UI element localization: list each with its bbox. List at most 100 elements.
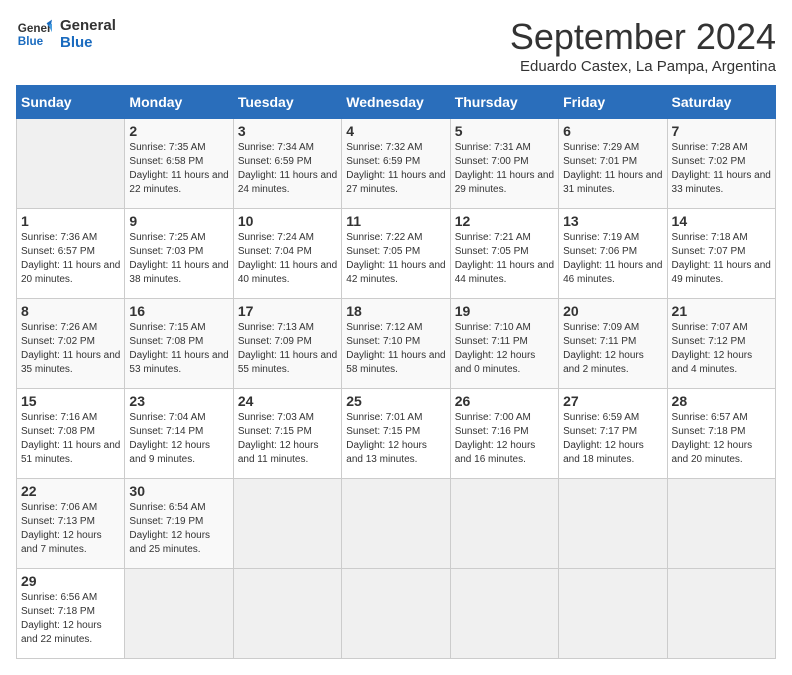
calendar-cell	[667, 569, 775, 659]
calendar-cell	[559, 569, 667, 659]
day-info: Sunrise: 7:36 AMSunset: 6:57 PMDaylight:…	[21, 231, 120, 287]
calendar-table: Sunday Monday Tuesday Wednesday Thursday…	[16, 85, 776, 659]
day-number: 19	[455, 303, 554, 319]
day-info: Sunrise: 6:54 AMSunset: 7:19 PMDaylight:…	[129, 501, 228, 557]
day-info: Sunrise: 7:03 AMSunset: 7:15 PMDaylight:…	[238, 411, 337, 467]
day-info: Sunrise: 7:28 AMSunset: 7:02 PMDaylight:…	[672, 141, 771, 197]
calendar-cell	[342, 569, 450, 659]
day-number: 29	[21, 573, 120, 589]
title-section: September 2024 Eduardo Castex, La Pampa,…	[510, 16, 776, 75]
calendar-cell: 6Sunrise: 7:29 AMSunset: 7:01 PMDaylight…	[559, 119, 667, 209]
calendar-cell: 21Sunrise: 7:07 AMSunset: 7:12 PMDayligh…	[667, 299, 775, 389]
day-number: 15	[21, 393, 120, 409]
day-info: Sunrise: 7:35 AMSunset: 6:58 PMDaylight:…	[129, 141, 228, 197]
calendar-cell	[667, 479, 775, 569]
calendar-cell: 7 Sunrise: 7:28 AMSunset: 7:02 PMDaylight…	[667, 119, 775, 209]
calendar-cell: 4Sunrise: 7:32 AMSunset: 6:59 PMDaylight…	[342, 119, 450, 209]
calendar-cell	[559, 479, 667, 569]
calendar-cell: 19 Sunrise: 7:10 AMSunset: 7:11 PMDayligh…	[450, 299, 558, 389]
day-info: Sunrise: 7:00 AMSunset: 7:16 PMDaylight:…	[455, 411, 554, 467]
logo: General Blue General Blue	[16, 16, 116, 52]
calendar-cell: 12 Sunrise: 7:21 AMSunset: 7:05 PMDayligh…	[450, 209, 558, 299]
day-number: 9	[129, 213, 228, 229]
day-number: 13	[563, 213, 662, 229]
day-info: Sunrise: 7:06 AMSunset: 7:13 PMDaylight:…	[21, 501, 120, 557]
day-number: 20	[563, 303, 662, 319]
calendar-cell: 10Sunrise: 7:24 AMSunset: 7:04 PMDayligh…	[233, 209, 341, 299]
header-monday: Monday	[125, 86, 233, 119]
day-number: 24	[238, 393, 337, 409]
day-number: 21	[672, 303, 771, 319]
day-info: Sunrise: 7:21 AMSunset: 7:05 PMDaylight:…	[455, 231, 554, 287]
day-info: Sunrise: 7:12 AMSunset: 7:10 PMDaylight:…	[346, 321, 445, 377]
calendar-cell: 11Sunrise: 7:22 AMSunset: 7:05 PMDayligh…	[342, 209, 450, 299]
calendar-cell: 5Sunrise: 7:31 AMSunset: 7:00 PMDaylight…	[450, 119, 558, 209]
calendar-cell: 17Sunrise: 7:13 AMSunset: 7:09 PMDayligh…	[233, 299, 341, 389]
day-info: Sunrise: 7:25 AMSunset: 7:03 PMDaylight:…	[129, 231, 228, 287]
day-info: Sunrise: 6:57 AMSunset: 7:18 PMDaylight:…	[672, 411, 771, 467]
day-number: 23	[129, 393, 228, 409]
day-number: 6	[563, 123, 662, 139]
day-info: Sunrise: 7:16 AMSunset: 7:08 PMDaylight:…	[21, 411, 120, 467]
day-number: 3	[238, 123, 337, 139]
calendar-cell: 23 Sunrise: 7:04 AMSunset: 7:14 PMDayligh…	[125, 389, 233, 479]
calendar-row: 15 Sunrise: 7:16 AMSunset: 7:08 PMDayligh…	[17, 389, 776, 479]
header-thursday: Thursday	[450, 86, 558, 119]
day-number: 16	[129, 303, 228, 319]
calendar-cell: 18 Sunrise: 7:12 AMSunset: 7:10 PMDayligh…	[342, 299, 450, 389]
day-number: 26	[455, 393, 554, 409]
day-number: 12	[455, 213, 554, 229]
calendar-cell: 25 Sunrise: 7:01 AMSunset: 7:15 PMDayligh…	[342, 389, 450, 479]
day-info: Sunrise: 6:56 AMSunset: 7:18 PMDaylight:…	[21, 591, 120, 647]
day-number: 10	[238, 213, 337, 229]
header-tuesday: Tuesday	[233, 86, 341, 119]
day-info: Sunrise: 7:04 AMSunset: 7:14 PMDaylight:…	[129, 411, 228, 467]
calendar-cell: 13 Sunrise: 7:19 AMSunset: 7:06 PMDayligh…	[559, 209, 667, 299]
day-number: 4	[346, 123, 445, 139]
calendar-cell: 26 Sunrise: 7:00 AMSunset: 7:16 PMDayligh…	[450, 389, 558, 479]
day-info: Sunrise: 7:31 AMSunset: 7:00 PMDaylight:…	[455, 141, 554, 197]
subtitle: Eduardo Castex, La Pampa, Argentina	[510, 58, 776, 75]
calendar-row: 2 Sunrise: 7:35 AMSunset: 6:58 PMDaylight…	[17, 119, 776, 209]
logo-general: General	[60, 17, 116, 34]
day-number: 25	[346, 393, 445, 409]
calendar-cell: 16 Sunrise: 7:15 AMSunset: 7:08 PMDayligh…	[125, 299, 233, 389]
day-number: 7	[672, 123, 771, 139]
day-number: 22	[21, 483, 120, 499]
day-info: Sunrise: 7:01 AMSunset: 7:15 PMDaylight:…	[346, 411, 445, 467]
day-info: Sunrise: 7:09 AMSunset: 7:11 PMDaylight:…	[563, 321, 662, 377]
day-info: Sunrise: 7:15 AMSunset: 7:08 PMDaylight:…	[129, 321, 228, 377]
day-number: 28	[672, 393, 771, 409]
day-info: Sunrise: 7:34 AMSunset: 6:59 PMDaylight:…	[238, 141, 337, 197]
calendar-cell: 29 Sunrise: 6:56 AMSunset: 7:18 PMDayligh…	[17, 569, 125, 659]
calendar-cell: 8Sunrise: 7:26 AMSunset: 7:02 PMDaylight…	[17, 299, 125, 389]
header-saturday: Saturday	[667, 86, 775, 119]
day-number: 18	[346, 303, 445, 319]
calendar-cell: 15 Sunrise: 7:16 AMSunset: 7:08 PMDayligh…	[17, 389, 125, 479]
day-number: 11	[346, 213, 445, 229]
day-number: 2	[129, 123, 228, 139]
day-number: 8	[21, 303, 120, 319]
calendar-cell	[342, 479, 450, 569]
calendar-row: 8Sunrise: 7:26 AMSunset: 7:02 PMDaylight…	[17, 299, 776, 389]
calendar-cell: 1Sunrise: 7:36 AMSunset: 6:57 PMDaylight…	[17, 209, 125, 299]
calendar-cell: 9 Sunrise: 7:25 AMSunset: 7:03 PMDaylight…	[125, 209, 233, 299]
header-sunday: Sunday	[17, 86, 125, 119]
day-info: Sunrise: 7:10 AMSunset: 7:11 PMDaylight:…	[455, 321, 554, 377]
day-number: 27	[563, 393, 662, 409]
day-info: Sunrise: 7:13 AMSunset: 7:09 PMDaylight:…	[238, 321, 337, 377]
svg-text:General: General	[18, 22, 52, 35]
calendar-cell	[450, 569, 558, 659]
calendar-cell: 20 Sunrise: 7:09 AMSunset: 7:11 PMDayligh…	[559, 299, 667, 389]
day-number: 30	[129, 483, 228, 499]
header-friday: Friday	[559, 86, 667, 119]
main-title: September 2024	[510, 16, 776, 58]
logo-icon: General Blue	[16, 16, 52, 52]
header-wednesday: Wednesday	[342, 86, 450, 119]
day-info: Sunrise: 7:19 AMSunset: 7:06 PMDaylight:…	[563, 231, 662, 287]
calendar-cell: 14Sunrise: 7:18 AMSunset: 7:07 PMDayligh…	[667, 209, 775, 299]
calendar-cell: 28 Sunrise: 6:57 AMSunset: 7:18 PMDayligh…	[667, 389, 775, 479]
calendar-row: 1Sunrise: 7:36 AMSunset: 6:57 PMDaylight…	[17, 209, 776, 299]
day-number: 14	[672, 213, 771, 229]
calendar-cell	[450, 479, 558, 569]
